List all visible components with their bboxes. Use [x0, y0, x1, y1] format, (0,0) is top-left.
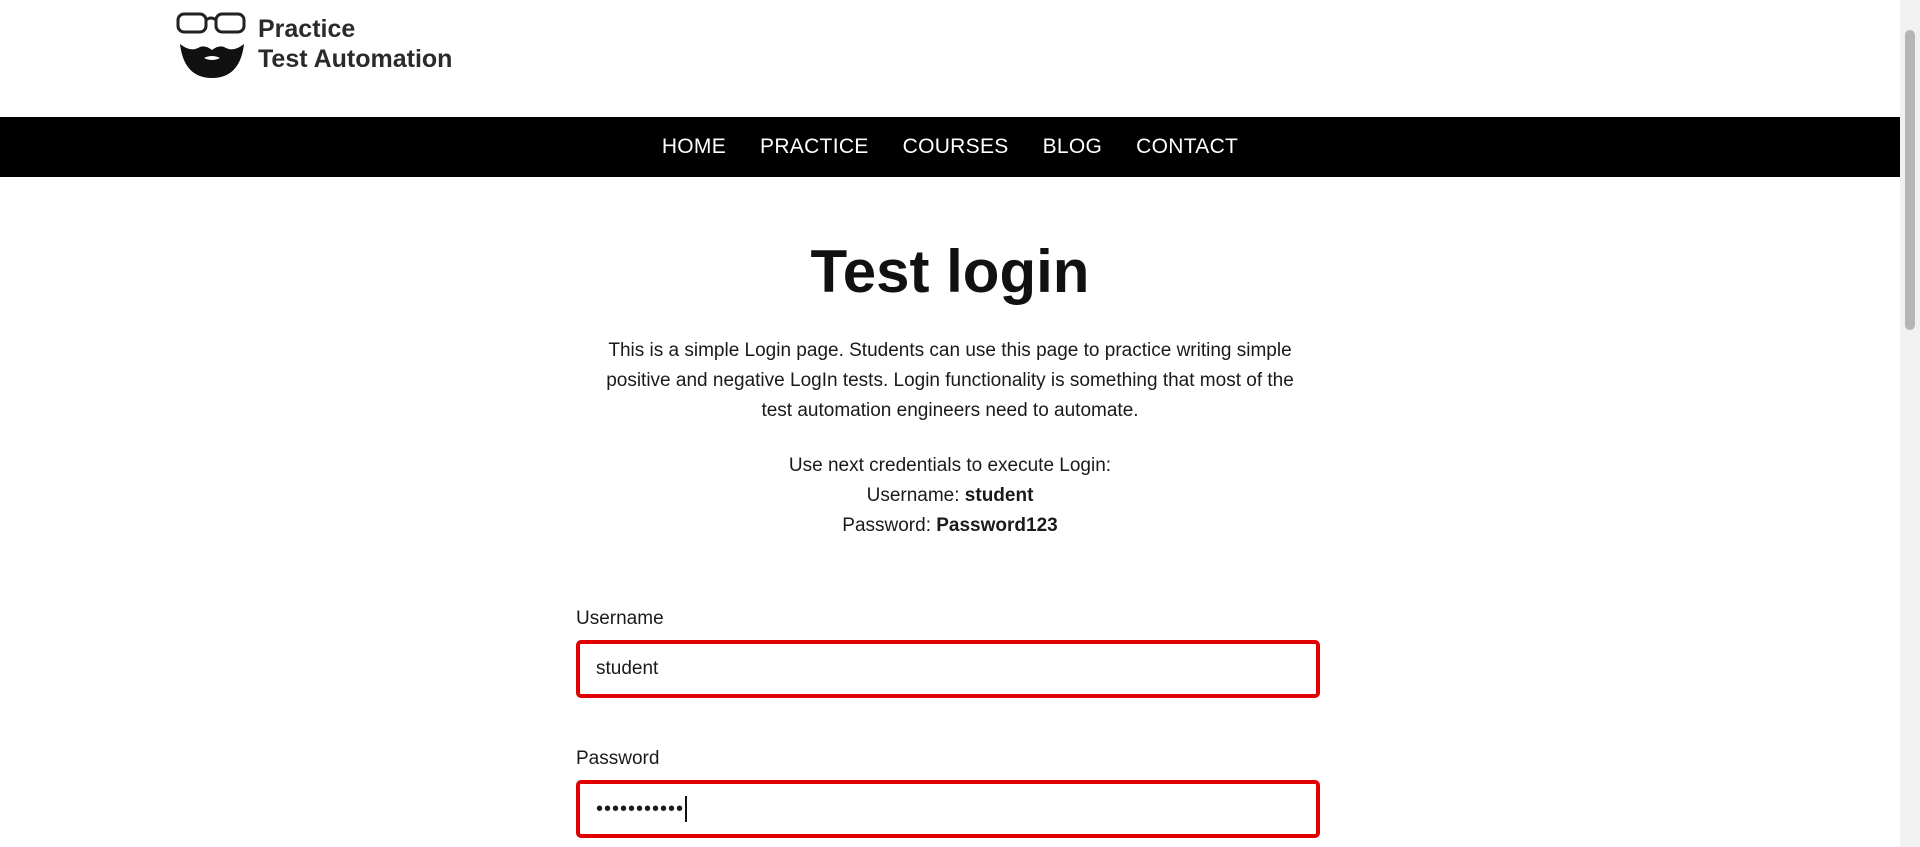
nav-courses[interactable]: COURSES: [886, 117, 1026, 177]
main-nav: HOME PRACTICE COURSES BLOG CONTACT: [0, 117, 1900, 177]
nav-practice[interactable]: PRACTICE: [743, 117, 886, 177]
nav-home[interactable]: HOME: [645, 117, 743, 177]
credentials-username-label: Username:: [866, 485, 960, 506]
credentials-password-line: Password: Password123: [0, 511, 1900, 541]
password-input-value: •••••••••••: [596, 797, 685, 820]
site-header: Practice Test Automation: [0, 0, 1900, 117]
page-scrollbar[interactable]: [1900, 0, 1920, 847]
credentials-username-line: Username: student: [0, 481, 1900, 511]
credentials-info: Use next credentials to execute Login: U…: [0, 451, 1900, 541]
nav-blog[interactable]: BLOG: [1026, 117, 1120, 177]
username-field-label: Username: [576, 608, 664, 629]
site-logo[interactable]: Practice Test Automation: [176, 8, 452, 80]
nav-contact[interactable]: CONTACT: [1119, 117, 1255, 177]
username-input-value: student: [596, 658, 659, 679]
password-field-label: Password: [576, 748, 660, 769]
password-input[interactable]: •••••••••••: [576, 780, 1320, 838]
credentials-password-value: Password123: [936, 515, 1058, 536]
username-input[interactable]: student: [576, 640, 1320, 698]
intro-text: This is a simple Login page. Students ca…: [606, 340, 1294, 421]
credentials-intro: Use next credentials to execute Login:: [788, 455, 1112, 476]
bearded-face-glasses-icon: [176, 12, 246, 78]
logo-line-2: Test Automation: [258, 45, 453, 73]
credentials-password-label: Password:: [842, 515, 931, 536]
logo-line-1: Practice: [258, 15, 356, 43]
scrollbar-thumb[interactable]: [1905, 30, 1915, 330]
text-caret: [685, 796, 688, 822]
credentials-username-value: student: [964, 485, 1034, 506]
page-title: Test login: [810, 238, 1090, 305]
